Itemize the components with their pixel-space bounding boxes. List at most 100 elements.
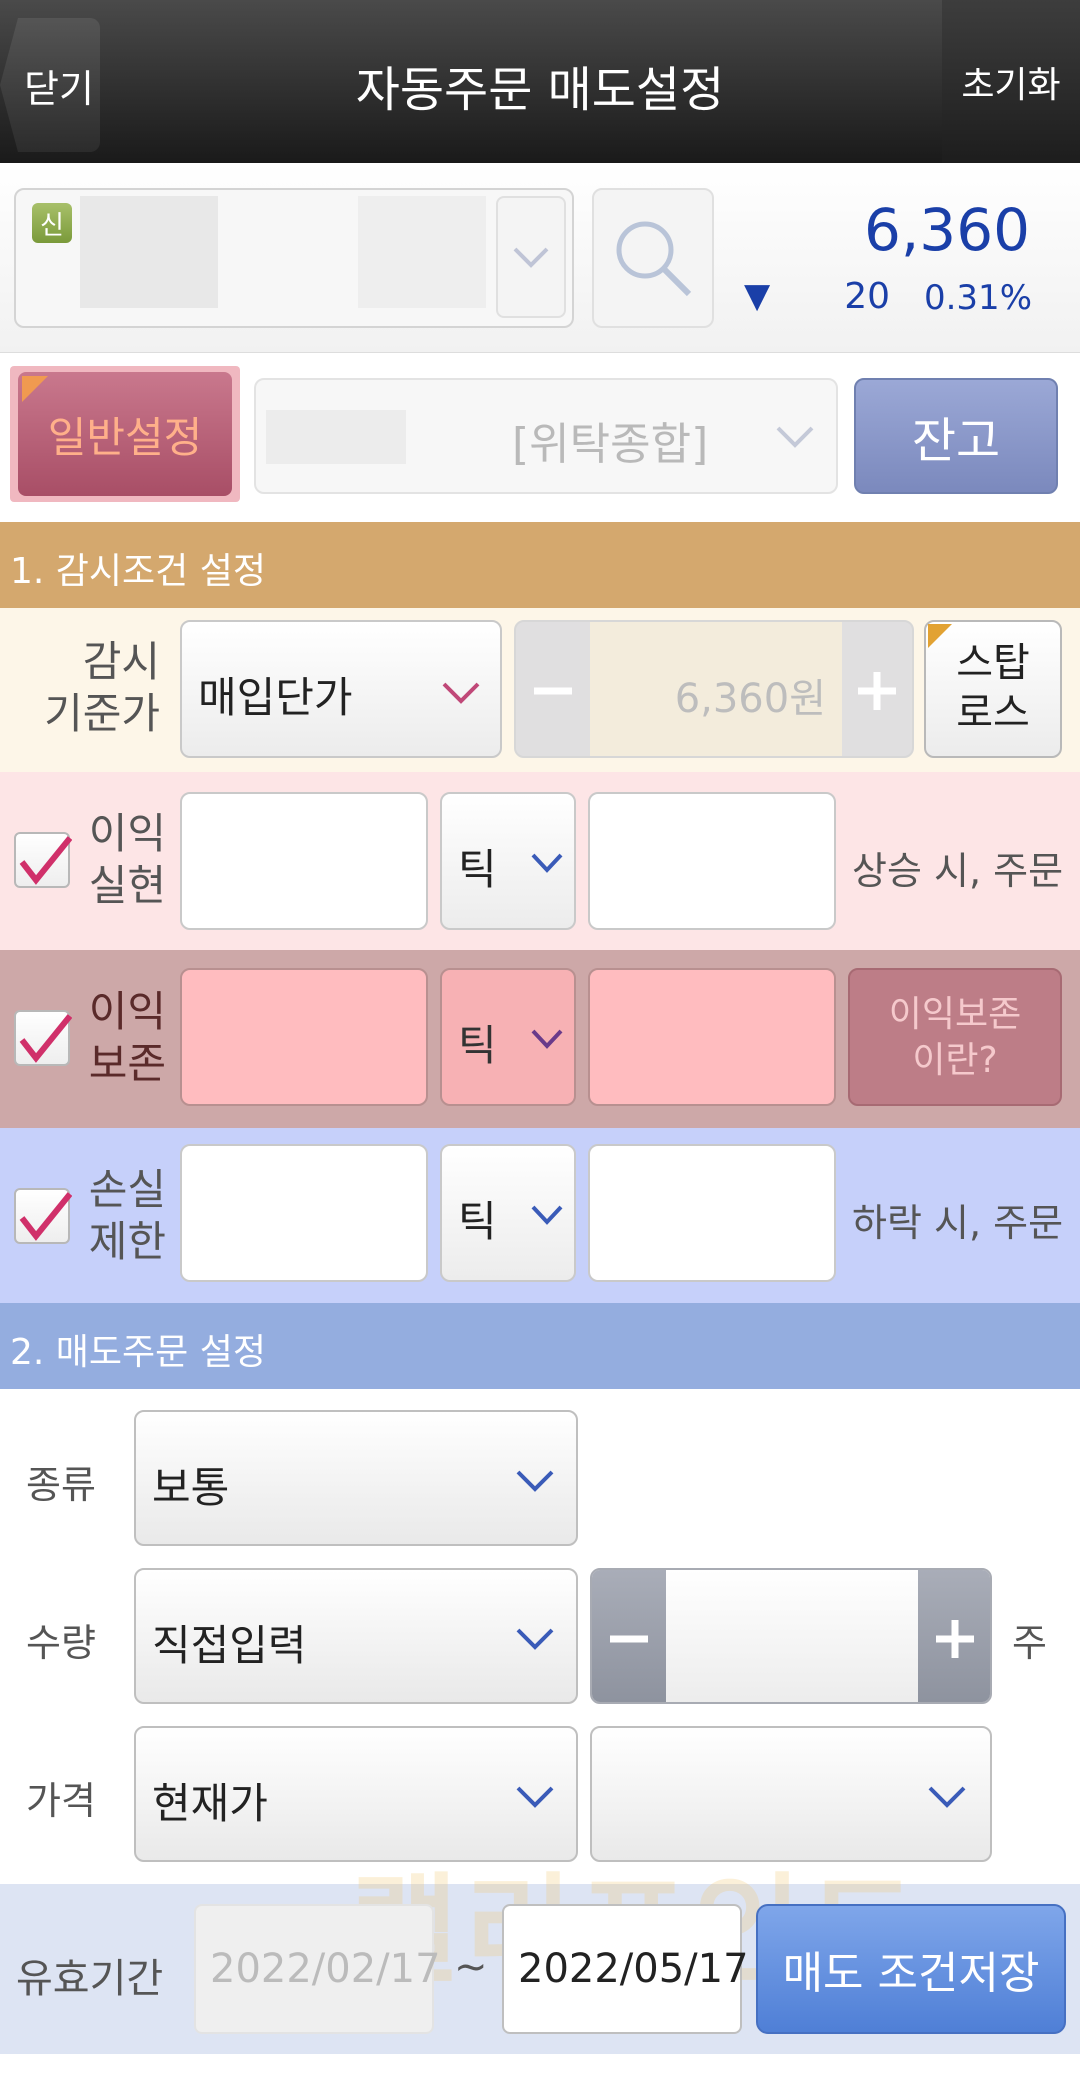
quantity-label: 수량 xyxy=(26,1621,96,1665)
date-range-separator: ~ xyxy=(454,1944,488,1990)
plus-icon xyxy=(858,672,896,710)
profit-preserve-help-line2: 이란? xyxy=(912,1040,998,1081)
monitor-label-line1: 감시 xyxy=(82,637,160,686)
quantity-mode-select[interactable]: 직접입력 xyxy=(134,1568,578,1704)
corner-flag-icon xyxy=(22,376,48,402)
chevron-down-icon xyxy=(531,1029,563,1049)
chevron-down-icon xyxy=(531,1205,563,1225)
stop-loss-suffix: 하락 시, 주문 xyxy=(852,1201,1064,1245)
current-price: 6,360 xyxy=(863,196,1030,264)
profit-preserve-unit-select[interactable]: 틱 xyxy=(440,968,576,1106)
order-type-select[interactable]: 보통 xyxy=(134,1410,578,1546)
order-type-value: 보통 xyxy=(152,1463,230,1512)
account-type: [위탁종합] xyxy=(512,419,709,470)
chevron-down-icon xyxy=(928,1786,966,1808)
close-button[interactable]: 닫기 xyxy=(0,18,100,152)
end-date-field[interactable]: 2022/05/17 xyxy=(502,1904,749,2034)
corner-flag-icon xyxy=(928,624,952,648)
monitor-price-value: 6,360원 xyxy=(674,676,826,722)
reset-button[interactable]: 초기화 xyxy=(942,0,1080,163)
take-profit-checkbox[interactable] xyxy=(14,832,73,888)
profit-preserve-line2: 보존 xyxy=(88,1039,166,1088)
monitor-label-line2: 기준가 xyxy=(44,689,160,738)
quantity-mode-value: 직접입력 xyxy=(152,1621,307,1670)
page-title: 자동주문 매도설정 xyxy=(355,62,725,118)
monitor-price-stepper: 6,360원 xyxy=(514,620,914,758)
order-type-label: 종류 xyxy=(26,1463,96,1507)
validity-label: 유효기간 xyxy=(16,1956,164,2002)
price-label: 가격 xyxy=(26,1779,96,1823)
take-profit-line2: 실현 xyxy=(88,861,166,910)
take-profit-suffix: 상승 시, 주문 xyxy=(852,849,1064,893)
stoploss-line2: 로스 xyxy=(956,690,1030,736)
profit-preserve-help-button[interactable]: 이익보존 이란? xyxy=(848,968,1062,1106)
chevron-down-icon xyxy=(776,426,814,448)
section-order-header: 2. 매도주문 설정 xyxy=(0,1303,1080,1389)
chevron-down-icon xyxy=(531,853,563,873)
search-button[interactable] xyxy=(592,188,714,328)
profit-preserve-help-line1: 이익보존 xyxy=(888,994,1022,1035)
minus-icon xyxy=(610,1635,648,1643)
save-conditions-button[interactable]: 매도 조건저장 xyxy=(756,1904,1066,2034)
price-change: 20 xyxy=(844,276,890,317)
balance-button[interactable]: 잔고 xyxy=(854,378,1058,494)
stop-loss-checkbox[interactable] xyxy=(14,1188,73,1244)
quantity-increment-button[interactable] xyxy=(918,1570,990,1702)
quantity-decrement-button[interactable] xyxy=(592,1570,666,1702)
reset-label: 초기화 xyxy=(961,64,1061,106)
plus-icon xyxy=(936,1620,974,1658)
quantity-stepper xyxy=(590,1568,992,1704)
start-date-value: 2022/02/17 xyxy=(210,1946,441,1992)
take-profit-unit: 틱 xyxy=(458,845,497,894)
credit-badge: 신 xyxy=(32,203,72,243)
take-profit-amount-input[interactable] xyxy=(588,792,836,930)
save-conditions-label: 매도 조건저장 xyxy=(782,1948,1040,1999)
profit-preserve-line1: 이익 xyxy=(88,987,166,1036)
down-arrow-icon: ▼ xyxy=(744,276,771,316)
balance-label: 잔고 xyxy=(911,413,1001,469)
stop-loss-line1: 손실 xyxy=(88,1165,166,1214)
take-profit-label: 이익 실현 xyxy=(76,808,166,912)
check-icon xyxy=(19,1192,73,1241)
price-mode-value: 현재가 xyxy=(152,1779,268,1828)
quantity-unit: 주 xyxy=(1012,1621,1047,1665)
take-profit-input[interactable] xyxy=(180,792,428,930)
chevron-down-icon xyxy=(516,1470,554,1492)
start-date-field: 2022/02/17 xyxy=(194,1904,441,2034)
section-monitoring-header: 1. 감시조건 설정 xyxy=(0,522,1080,608)
stop-loss-input[interactable] xyxy=(180,1144,428,1282)
profit-preserve-label: 이익 보존 xyxy=(76,986,166,1090)
profit-preserve-checkbox[interactable] xyxy=(14,1010,73,1066)
stop-loss-unit-select[interactable]: 틱 xyxy=(440,1144,576,1282)
search-icon xyxy=(616,221,692,297)
stop-loss-line2: 제한 xyxy=(88,1217,166,1266)
stop-loss-unit: 틱 xyxy=(458,1197,497,1246)
end-date-value: 2022/05/17 xyxy=(518,1946,749,1992)
account-number-redacted xyxy=(266,410,406,464)
price-change-percent: 0.31% xyxy=(923,278,1032,318)
monitor-basis-select[interactable]: 매입단가 xyxy=(180,620,502,758)
take-profit-line1: 이익 xyxy=(88,809,166,858)
general-setting-button[interactable]: 일반설정 xyxy=(18,372,232,496)
profit-preserve-input[interactable] xyxy=(180,968,428,1106)
stop-loss-amount-input[interactable] xyxy=(588,1144,836,1282)
general-setting-label: 일반설정 xyxy=(47,412,203,462)
stop-loss-label: 손실 제한 xyxy=(76,1164,166,1268)
stock-code-redacted xyxy=(358,196,486,308)
chevron-down-icon xyxy=(442,682,480,704)
minus-icon xyxy=(534,687,572,695)
monitor-basis-value: 매입단가 xyxy=(198,673,353,722)
stock-dropdown-button[interactable] xyxy=(496,196,566,318)
close-label: 닫기 xyxy=(24,66,94,111)
check-icon xyxy=(19,1014,73,1063)
stock-name-redacted xyxy=(80,196,218,308)
profit-preserve-amount-input[interactable] xyxy=(588,968,836,1106)
check-icon xyxy=(19,836,73,885)
take-profit-unit-select[interactable]: 틱 xyxy=(440,792,576,930)
quantity-input[interactable] xyxy=(666,1570,918,1702)
chevron-down-icon xyxy=(516,1786,554,1808)
chevron-down-icon xyxy=(516,1628,554,1650)
chevron-down-icon xyxy=(513,247,549,268)
monitor-basis-label: 감시 기준가 xyxy=(20,636,160,740)
profit-preserve-unit: 틱 xyxy=(458,1021,497,1070)
